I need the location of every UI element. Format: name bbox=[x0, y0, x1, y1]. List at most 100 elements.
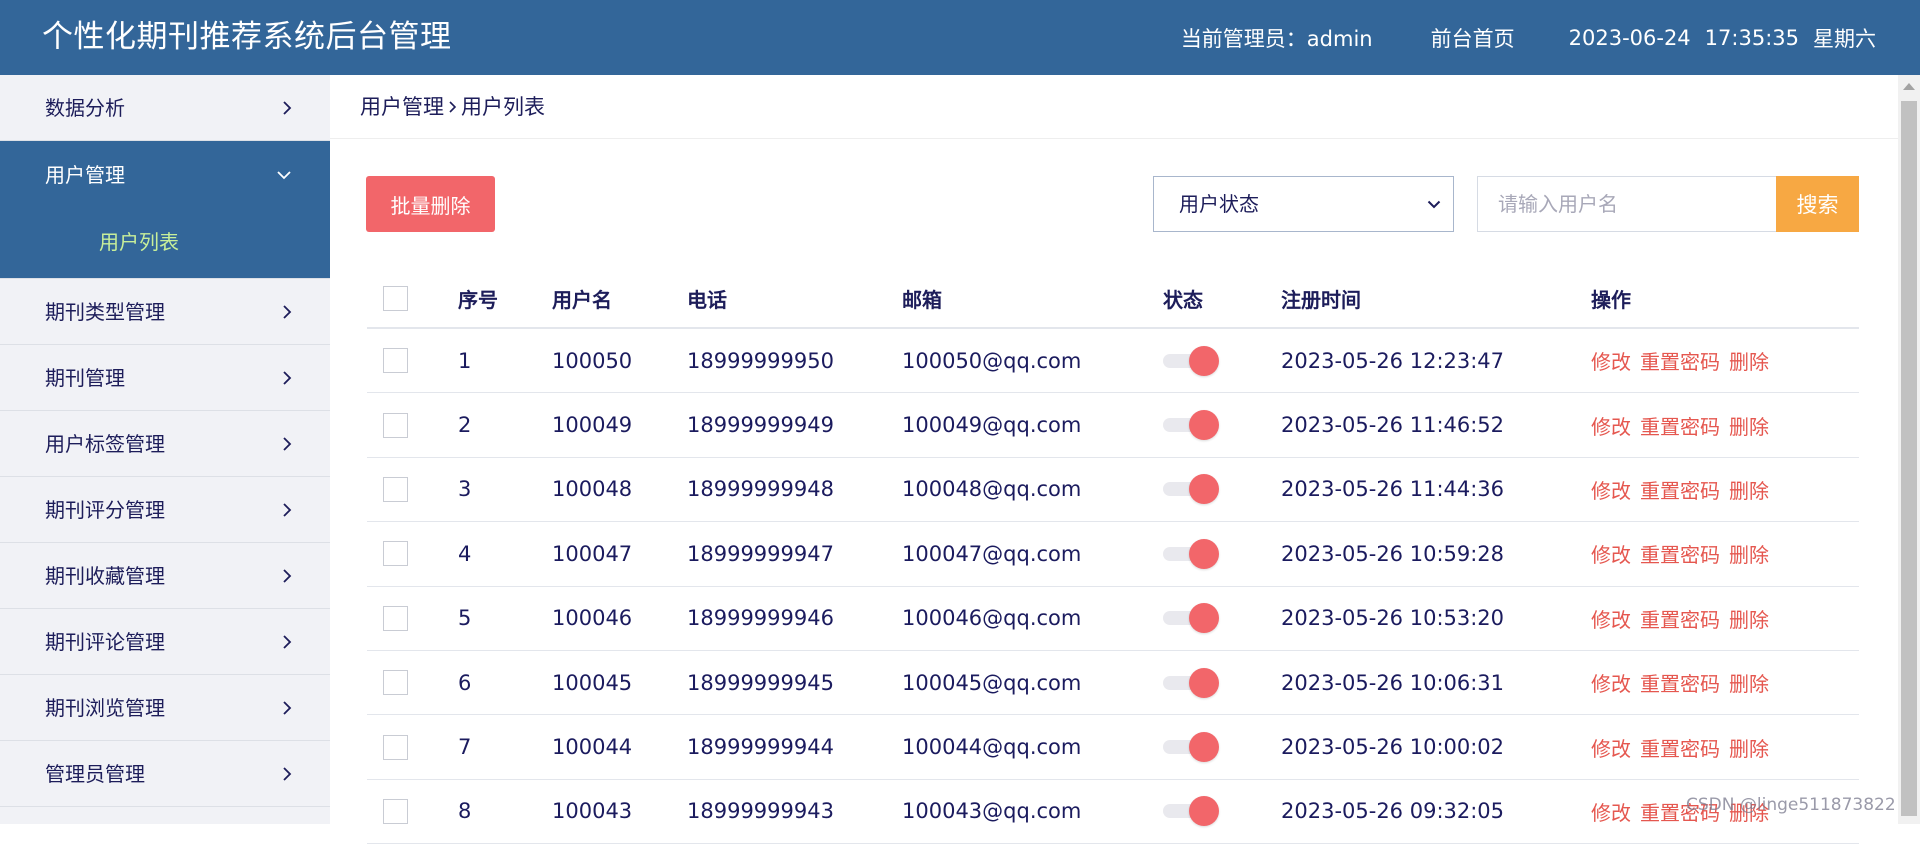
toggle-knob bbox=[1189, 410, 1219, 441]
toggle-knob bbox=[1189, 538, 1219, 569]
sidebar-item-journal-browsing[interactable]: 期刊浏览管理 bbox=[0, 675, 330, 741]
sidebar-item-user-management[interactable]: 用户管理 bbox=[0, 141, 330, 209]
edit-link[interactable]: 修改 bbox=[1591, 604, 1631, 633]
cell-username: 100048 bbox=[552, 477, 633, 502]
row-checkbox[interactable] bbox=[383, 798, 408, 824]
edit-link[interactable]: 修改 bbox=[1591, 539, 1631, 568]
cell-created: 2023-05-26 10:59:28 bbox=[1281, 541, 1505, 566]
sidebar-item-journal-type[interactable]: 期刊类型管理 bbox=[0, 279, 330, 345]
scroll-up-arrow-icon[interactable] bbox=[1903, 83, 1915, 90]
chevron-right-icon bbox=[282, 543, 292, 609]
cell-email: 100045@qq.com bbox=[902, 670, 1082, 695]
sidebar-item-journal[interactable]: 期刊管理 bbox=[0, 345, 330, 411]
cell-phone: 18999999947 bbox=[687, 541, 834, 566]
status-toggle[interactable] bbox=[1163, 667, 1221, 699]
search-button[interactable]: 搜索 bbox=[1776, 176, 1859, 232]
col-header-status: 状态 bbox=[1163, 288, 1203, 312]
username-search-input[interactable] bbox=[1477, 176, 1776, 232]
cell-username: 100046 bbox=[552, 606, 633, 631]
sidebar-item-journal-favorites[interactable]: 期刊收藏管理 bbox=[0, 543, 330, 609]
sidebar-subitem-user-list[interactable]: 用户列表 bbox=[0, 209, 330, 279]
sidebar-item-journal-rating[interactable]: 期刊评分管理 bbox=[0, 477, 330, 543]
select-all-checkbox[interactable] bbox=[383, 286, 408, 311]
delete-link[interactable]: 删除 bbox=[1729, 475, 1769, 504]
status-toggle[interactable] bbox=[1163, 731, 1221, 763]
edit-link[interactable]: 修改 bbox=[1591, 346, 1631, 375]
status-toggle[interactable] bbox=[1163, 345, 1221, 377]
cell-username: 100050 bbox=[552, 348, 633, 373]
chevron-right-icon bbox=[282, 609, 292, 675]
cell-created: 2023-05-26 09:32:05 bbox=[1281, 799, 1505, 824]
table-row: 5 100046 18999999946 100046@qq.com 2023-05-2… bbox=[367, 587, 1859, 651]
edit-link[interactable]: 修改 bbox=[1591, 475, 1631, 504]
scrollbar-thumb[interactable] bbox=[1901, 101, 1917, 816]
edit-link[interactable]: 修改 bbox=[1591, 733, 1631, 762]
sidebar-item-data-analysis[interactable]: 数据分析 bbox=[0, 75, 330, 141]
toggle-knob bbox=[1189, 474, 1219, 505]
status-toggle[interactable] bbox=[1163, 538, 1221, 570]
row-checkbox[interactable] bbox=[383, 670, 408, 696]
cell-phone: 18999999946 bbox=[687, 606, 834, 631]
chevron-right-icon bbox=[282, 411, 292, 477]
cell-email: 100047@qq.com bbox=[902, 541, 1082, 566]
status-toggle[interactable] bbox=[1163, 409, 1221, 441]
edit-link[interactable]: 修改 bbox=[1591, 797, 1631, 826]
reset-password-link[interactable]: 重置密码 bbox=[1640, 346, 1720, 375]
cell-index: 2 bbox=[458, 413, 472, 438]
cell-email: 100048@qq.com bbox=[902, 477, 1082, 502]
col-header-username: 用户名 bbox=[552, 288, 612, 312]
col-header-email: 邮箱 bbox=[902, 288, 942, 312]
cell-index: 1 bbox=[458, 348, 472, 373]
delete-link[interactable]: 删除 bbox=[1729, 346, 1769, 375]
user-status-select[interactable]: 用户状态 bbox=[1153, 176, 1454, 232]
cell-email: 100050@qq.com bbox=[902, 348, 1082, 373]
chevron-right-icon bbox=[282, 279, 292, 345]
cell-index: 8 bbox=[458, 799, 472, 824]
sidebar-item-journal-comments[interactable]: 期刊评论管理 bbox=[0, 609, 330, 675]
cell-phone: 18999999948 bbox=[687, 477, 834, 502]
reset-password-link[interactable]: 重置密码 bbox=[1640, 668, 1720, 697]
row-checkbox[interactable] bbox=[383, 348, 408, 374]
cell-phone: 18999999943 bbox=[687, 799, 834, 824]
reset-password-link[interactable]: 重置密码 bbox=[1640, 411, 1720, 440]
delete-link[interactable]: 删除 bbox=[1729, 733, 1769, 762]
reset-password-link[interactable]: 重置密码 bbox=[1640, 733, 1720, 762]
row-checkbox[interactable] bbox=[383, 476, 408, 502]
row-checkbox[interactable] bbox=[383, 734, 408, 760]
cell-phone: 18999999945 bbox=[687, 670, 834, 695]
row-checkbox[interactable] bbox=[383, 412, 408, 438]
col-header-phone: 电话 bbox=[687, 288, 727, 312]
status-toggle[interactable] bbox=[1163, 795, 1221, 827]
cell-actions: 修改 重置密码 删除 bbox=[1591, 393, 1778, 456]
delete-link[interactable]: 删除 bbox=[1729, 668, 1769, 697]
cell-email: 100043@qq.com bbox=[902, 799, 1082, 824]
reset-password-link[interactable]: 重置密码 bbox=[1640, 539, 1720, 568]
cell-actions: 修改 重置密码 删除 bbox=[1591, 587, 1778, 650]
table-row: 2 100049 18999999949 100049@qq.com 2023-05-2… bbox=[367, 393, 1859, 458]
reset-password-link[interactable]: 重置密码 bbox=[1640, 604, 1720, 633]
sidebar-item-admin-management[interactable]: 管理员管理 bbox=[0, 741, 330, 807]
row-checkbox[interactable] bbox=[383, 541, 408, 567]
home-link[interactable]: 前台首页 bbox=[1431, 23, 1515, 53]
edit-link[interactable]: 修改 bbox=[1591, 668, 1631, 697]
row-checkbox[interactable] bbox=[383, 605, 408, 631]
status-toggle[interactable] bbox=[1163, 473, 1221, 505]
toggle-knob bbox=[1189, 603, 1219, 634]
page-scrollbar[interactable] bbox=[1898, 75, 1920, 824]
chevron-right-icon bbox=[448, 100, 457, 114]
delete-link[interactable]: 删除 bbox=[1729, 411, 1769, 440]
sidebar-item-user-tags[interactable]: 用户标签管理 bbox=[0, 411, 330, 477]
toggle-knob bbox=[1189, 345, 1219, 376]
breadcrumb-parent[interactable]: 用户管理 bbox=[360, 75, 444, 139]
edit-link[interactable]: 修改 bbox=[1591, 411, 1631, 440]
current-admin: 当前管理员：admin bbox=[1180, 26, 1373, 51]
status-toggle[interactable] bbox=[1163, 602, 1221, 634]
batch-delete-button[interactable]: 批量删除 bbox=[366, 176, 495, 232]
chevron-right-icon bbox=[282, 345, 292, 411]
delete-link[interactable]: 删除 bbox=[1729, 539, 1769, 568]
table-row: 4 100047 18999999947 100047@qq.com 2023-05-2… bbox=[367, 522, 1859, 587]
table-row: 6 100045 18999999945 100045@qq.com 2023-05-2… bbox=[367, 651, 1859, 716]
delete-link[interactable]: 删除 bbox=[1729, 604, 1769, 633]
reset-password-link[interactable]: 重置密码 bbox=[1640, 475, 1720, 504]
table-body: 1 100050 18999999950 100050@qq.com 2023-05-2… bbox=[367, 329, 1859, 844]
